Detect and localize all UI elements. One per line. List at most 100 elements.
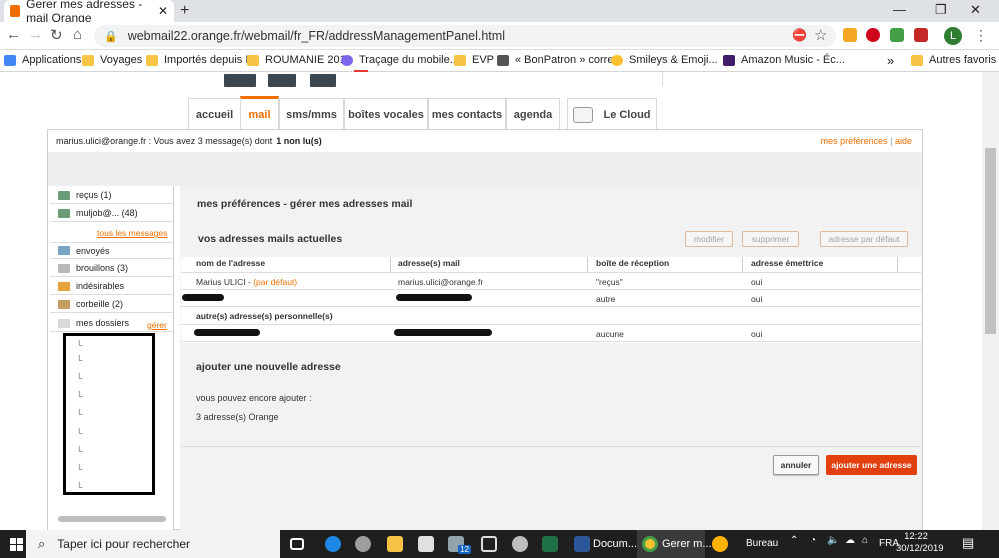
menu-icon[interactable]: ⋮	[974, 27, 988, 44]
page-title: mes préférences - gérer mes adresses mai…	[197, 198, 413, 210]
cancel-button[interactable]: annuler	[773, 455, 819, 475]
tab-le-cloud[interactable]: Le Cloud	[567, 98, 657, 130]
all-messages-link[interactable]: tous les messages	[97, 228, 167, 238]
subfolder[interactable]: └	[76, 428, 82, 440]
people-icon[interactable]	[512, 536, 528, 552]
extension-icon-4[interactable]	[914, 28, 928, 42]
back-icon[interactable]: ←	[6, 26, 21, 43]
modify-button[interactable]: modifier	[685, 231, 733, 247]
subfolder[interactable]: └	[76, 482, 82, 494]
lock-icon: 🔒	[104, 30, 118, 43]
subfolder[interactable]: └	[76, 373, 82, 385]
tab-accueil[interactable]: accueil	[188, 98, 241, 130]
folder-recus[interactable]: reçus (1)	[50, 187, 174, 204]
help-link[interactable]: aide	[895, 136, 912, 146]
bookmark-roumanie[interactable]: ROUMANIE 2018	[247, 52, 352, 68]
forward-icon[interactable]: →	[28, 26, 43, 43]
folder-label: mes dossiers	[76, 318, 130, 328]
folder-muljob[interactable]: muljob@... (48)	[50, 205, 174, 222]
tab-sms[interactable]: sms/mms	[279, 98, 344, 130]
bookmark-smileys[interactable]: Smileys & Emoji...	[611, 52, 718, 68]
profile-avatar[interactable]: L	[944, 27, 962, 45]
tab-mes-contacts[interactable]: mes contacts	[428, 98, 506, 130]
bookmark-other[interactable]: Autres favoris	[911, 52, 996, 68]
tab-agenda[interactable]: agenda	[506, 98, 560, 130]
footer-divider	[181, 446, 921, 447]
store-icon[interactable]	[418, 536, 434, 552]
default-address-button[interactable]: adresse par défaut	[820, 231, 908, 247]
excel-icon[interactable]	[542, 536, 558, 552]
subfolder[interactable]: └	[76, 464, 82, 476]
folder-indesirables[interactable]: indésirables	[50, 278, 174, 295]
windows-start-icon[interactable]	[10, 538, 23, 551]
delete-button[interactable]: supprimer	[742, 231, 799, 247]
address-table	[181, 257, 921, 343]
subfolder[interactable]: └	[76, 355, 82, 367]
bookmark-tracage[interactable]: Traçage du mobile...	[341, 52, 459, 68]
minimize-button[interactable]: —	[893, 2, 906, 17]
url-bar[interactable]: 🔒 webmail22.orange.fr/webmail/fr_FR/addr…	[94, 25, 836, 47]
subfolder[interactable]: └	[76, 391, 82, 403]
home-icon[interactable]: ⌂	[73, 26, 82, 43]
app-icon[interactable]	[355, 536, 371, 552]
tab-close-icon[interactable]: ✕	[158, 4, 168, 18]
inbox-icon	[58, 190, 70, 200]
close-window-button[interactable]: ✕	[970, 2, 981, 18]
tray-expand-icon[interactable]: ⌃	[790, 535, 798, 546]
clock[interactable]: 12:22 30/12/2019	[896, 531, 944, 555]
calendar-icon[interactable]	[481, 536, 497, 552]
desktop-label[interactable]: Bureau	[746, 538, 778, 549]
subfolder[interactable]: └	[76, 340, 82, 352]
notifications-tray-icon[interactable]: ⌂	[862, 535, 868, 546]
folder-corbeille[interactable]: corbeille (2)	[50, 296, 174, 313]
bookmark-star-icon[interactable]: ☆	[814, 26, 827, 44]
maximize-button[interactable]: ❐	[935, 2, 947, 18]
extension-icon-3[interactable]	[890, 28, 904, 42]
folder-icon	[454, 54, 466, 66]
manage-folders-link[interactable]: gérer	[147, 320, 167, 330]
browser-app-icon[interactable]	[712, 536, 728, 552]
bookmark-voyages[interactable]: Voyages	[82, 52, 142, 68]
extension-icon-2[interactable]	[866, 28, 880, 42]
tab-boites-vocales[interactable]: boîtes vocales	[344, 98, 428, 130]
section-add-address: ajouter une nouvelle adresse	[196, 361, 341, 373]
subfolder[interactable]: └	[76, 409, 82, 421]
taskbar-search[interactable]: ⌕ Taper ici pour rechercher	[26, 530, 280, 558]
bookmark-amazon-music[interactable]: Amazon Music - Éc...	[723, 52, 845, 68]
folder-icon	[58, 318, 70, 328]
network-icon[interactable]: ◔	[810, 535, 816, 546]
add-address-button[interactable]: ajouter une adresse	[826, 455, 917, 475]
reload-icon[interactable]: ↻	[50, 26, 63, 44]
preferences-link[interactable]: mes préférences	[821, 136, 888, 146]
bookmarks-more[interactable]: »	[887, 52, 894, 68]
cookie-blocked-icon[interactable]: ⛔	[792, 28, 807, 42]
new-tab-button[interactable]: +	[180, 2, 189, 20]
extension-icon-1[interactable]	[843, 28, 857, 42]
word-label[interactable]: Docum...	[593, 538, 637, 550]
cloud-sync-icon[interactable]: ☁	[845, 535, 855, 546]
bookmark-label: Traçage du mobile...	[359, 54, 459, 66]
clock-date: 30/12/2019	[896, 543, 944, 554]
bookmark-applications[interactable]: Applications	[4, 52, 81, 68]
subfolder[interactable]: └	[76, 446, 82, 458]
volume-icon[interactable]: 🔈	[827, 535, 839, 546]
scrollbar-thumb[interactable]	[985, 148, 996, 334]
task-view-icon[interactable]	[290, 538, 304, 550]
bookmark-label: Applications	[22, 54, 82, 66]
bookmark-evp[interactable]: EVP	[454, 52, 494, 68]
browser-tab[interactable]: Gerer mes adresses -mail Orange ✕	[4, 0, 174, 25]
cloud-icon	[573, 106, 594, 123]
action-center-icon[interactable]: ▤	[962, 535, 974, 551]
sent-icon	[58, 246, 70, 255]
sidebar-scrollbar[interactable]	[58, 516, 166, 522]
file-explorer-icon[interactable]	[387, 536, 403, 552]
bookmark-importes[interactable]: Importés depuis IE	[146, 52, 256, 68]
tab-mail[interactable]: mail	[240, 96, 279, 130]
row-divider	[181, 289, 921, 290]
word-icon[interactable]	[574, 536, 590, 552]
folder-envoyes[interactable]: envoyés	[50, 242, 174, 259]
edge-icon[interactable]	[325, 536, 341, 552]
bookmark-bonpatron[interactable]: « BonPatron » corre...	[497, 52, 623, 68]
folder-brouillons[interactable]: brouillons (3)	[50, 260, 174, 277]
table-row[interactable]: Marius ULICI - (par défaut)	[196, 277, 297, 287]
